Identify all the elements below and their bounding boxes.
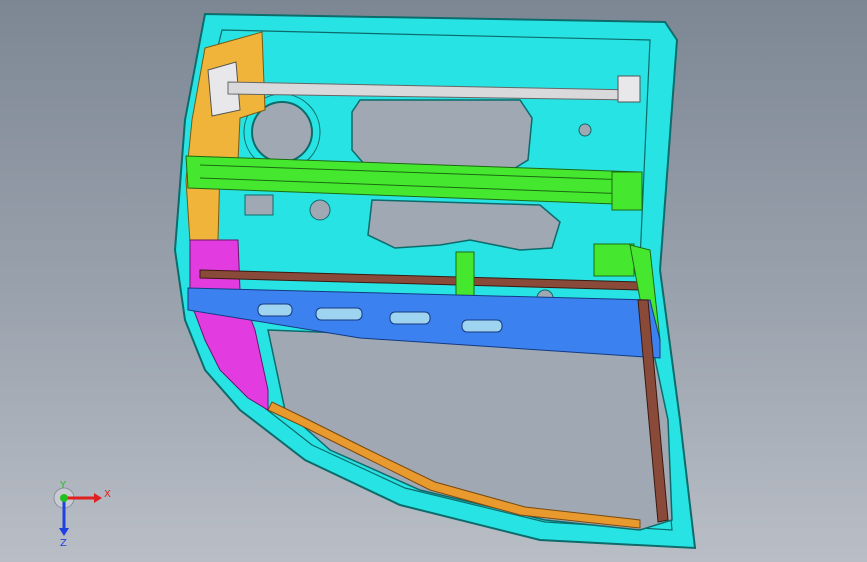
- y-axis-dot: [60, 494, 68, 502]
- belt-beam-slot: [389, 311, 431, 325]
- x-axis-arrowhead: [94, 493, 102, 503]
- cad-viewport[interactable]: X Y Z: [0, 0, 867, 562]
- belt-beam-slot: [257, 303, 293, 317]
- latch-bracket-center[interactable]: [455, 251, 475, 297]
- z-axis-label: Z: [60, 538, 67, 548]
- z-axis-arrowhead: [59, 528, 69, 536]
- rod-end-bracket[interactable]: [617, 75, 641, 103]
- belt-beam-slot: [461, 319, 503, 333]
- x-axis-label: X: [104, 489, 111, 500]
- door-assembly-model[interactable]: [0, 0, 867, 562]
- small-hole: [244, 194, 274, 216]
- small-hole: [309, 199, 331, 221]
- latch-bracket-right[interactable]: [593, 243, 635, 277]
- belt-beam-slot: [315, 307, 363, 321]
- small-hole: [578, 123, 592, 137]
- upper-service-opening: [351, 99, 533, 169]
- rail-bracket-right[interactable]: [611, 171, 643, 211]
- y-axis-label: Y: [59, 480, 67, 491]
- coordinate-triad: X Y Z: [53, 480, 111, 548]
